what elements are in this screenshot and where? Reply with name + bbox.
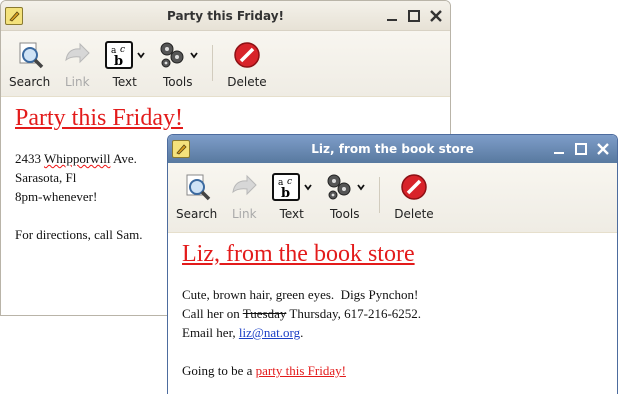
back-titlebar[interactable]: Party this Friday! xyxy=(1,1,450,31)
note-body[interactable]: Liz, from the book store Cute, brown hai… xyxy=(168,233,617,386)
misspelled-word: Whipporwill xyxy=(44,151,111,166)
delete-button[interactable]: Delete xyxy=(394,163,434,221)
delete-button[interactable]: Delete xyxy=(227,31,267,89)
link-icon xyxy=(65,42,90,64)
note-icon xyxy=(5,6,23,25)
tools-icon xyxy=(327,174,351,200)
text-button[interactable]: a c b Text xyxy=(104,31,145,89)
delete-icon xyxy=(401,174,427,200)
chevron-down-icon xyxy=(357,184,365,191)
window-title: Party this Friday! xyxy=(166,8,284,23)
link-button[interactable]: Link xyxy=(229,163,259,221)
window-title: Liz, from the book store xyxy=(311,142,474,156)
party-line: Going to be a party this Friday! xyxy=(182,363,346,378)
front-titlebar[interactable]: Liz, from the book store xyxy=(168,135,617,163)
tools-icon xyxy=(160,42,184,68)
note-link[interactable]: party this Friday! xyxy=(256,363,346,378)
text-icon: a c b xyxy=(105,41,134,69)
delete-icon xyxy=(234,42,260,68)
chevron-down-icon xyxy=(137,52,145,59)
call-line: Call her on Tuesday Thursday, 617-216-62… xyxy=(182,306,422,321)
close-icon[interactable] xyxy=(595,141,611,157)
maximize-icon[interactable] xyxy=(573,141,589,157)
tools-button[interactable]: Tools xyxy=(324,163,365,221)
toolbar: Search Link a c b Text Tools Delete xyxy=(168,163,617,233)
search-button[interactable]: Search xyxy=(176,163,217,221)
note-heading: Party this Friday! xyxy=(15,105,183,131)
text-icon: a c b xyxy=(272,173,301,201)
email-link[interactable]: liz@nat.org xyxy=(239,325,300,340)
toolbar-separator xyxy=(379,177,381,213)
description-line: Cute, brown hair, green eyes. Digs Pynch… xyxy=(182,287,419,302)
svg-text:b: b xyxy=(281,186,290,201)
tools-button[interactable]: Tools xyxy=(157,31,198,89)
front-note-window[interactable]: Liz, from the book store Search Link a c xyxy=(167,134,618,394)
maximize-icon[interactable] xyxy=(406,8,422,24)
close-icon[interactable] xyxy=(428,8,444,24)
email-line: Email her, liz@nat.org. xyxy=(182,325,304,340)
note-icon xyxy=(172,140,190,158)
text-button[interactable]: a c b Text xyxy=(271,163,312,221)
svg-text:b: b xyxy=(114,54,123,69)
link-button[interactable]: Link xyxy=(62,31,92,89)
minimize-icon[interactable] xyxy=(551,141,567,157)
struck-word: Tuesday xyxy=(242,306,287,321)
minimize-icon[interactable] xyxy=(384,8,400,24)
toolbar: Search Link a c b Text Tools Delete xyxy=(1,31,450,97)
search-icon xyxy=(19,42,43,69)
chevron-down-icon xyxy=(190,52,198,59)
search-button[interactable]: Search xyxy=(9,31,50,89)
toolbar-separator xyxy=(212,45,214,81)
search-icon xyxy=(186,174,210,201)
chevron-down-icon xyxy=(304,184,312,191)
note-heading: Liz, from the book store xyxy=(182,241,415,267)
link-icon xyxy=(232,174,257,196)
